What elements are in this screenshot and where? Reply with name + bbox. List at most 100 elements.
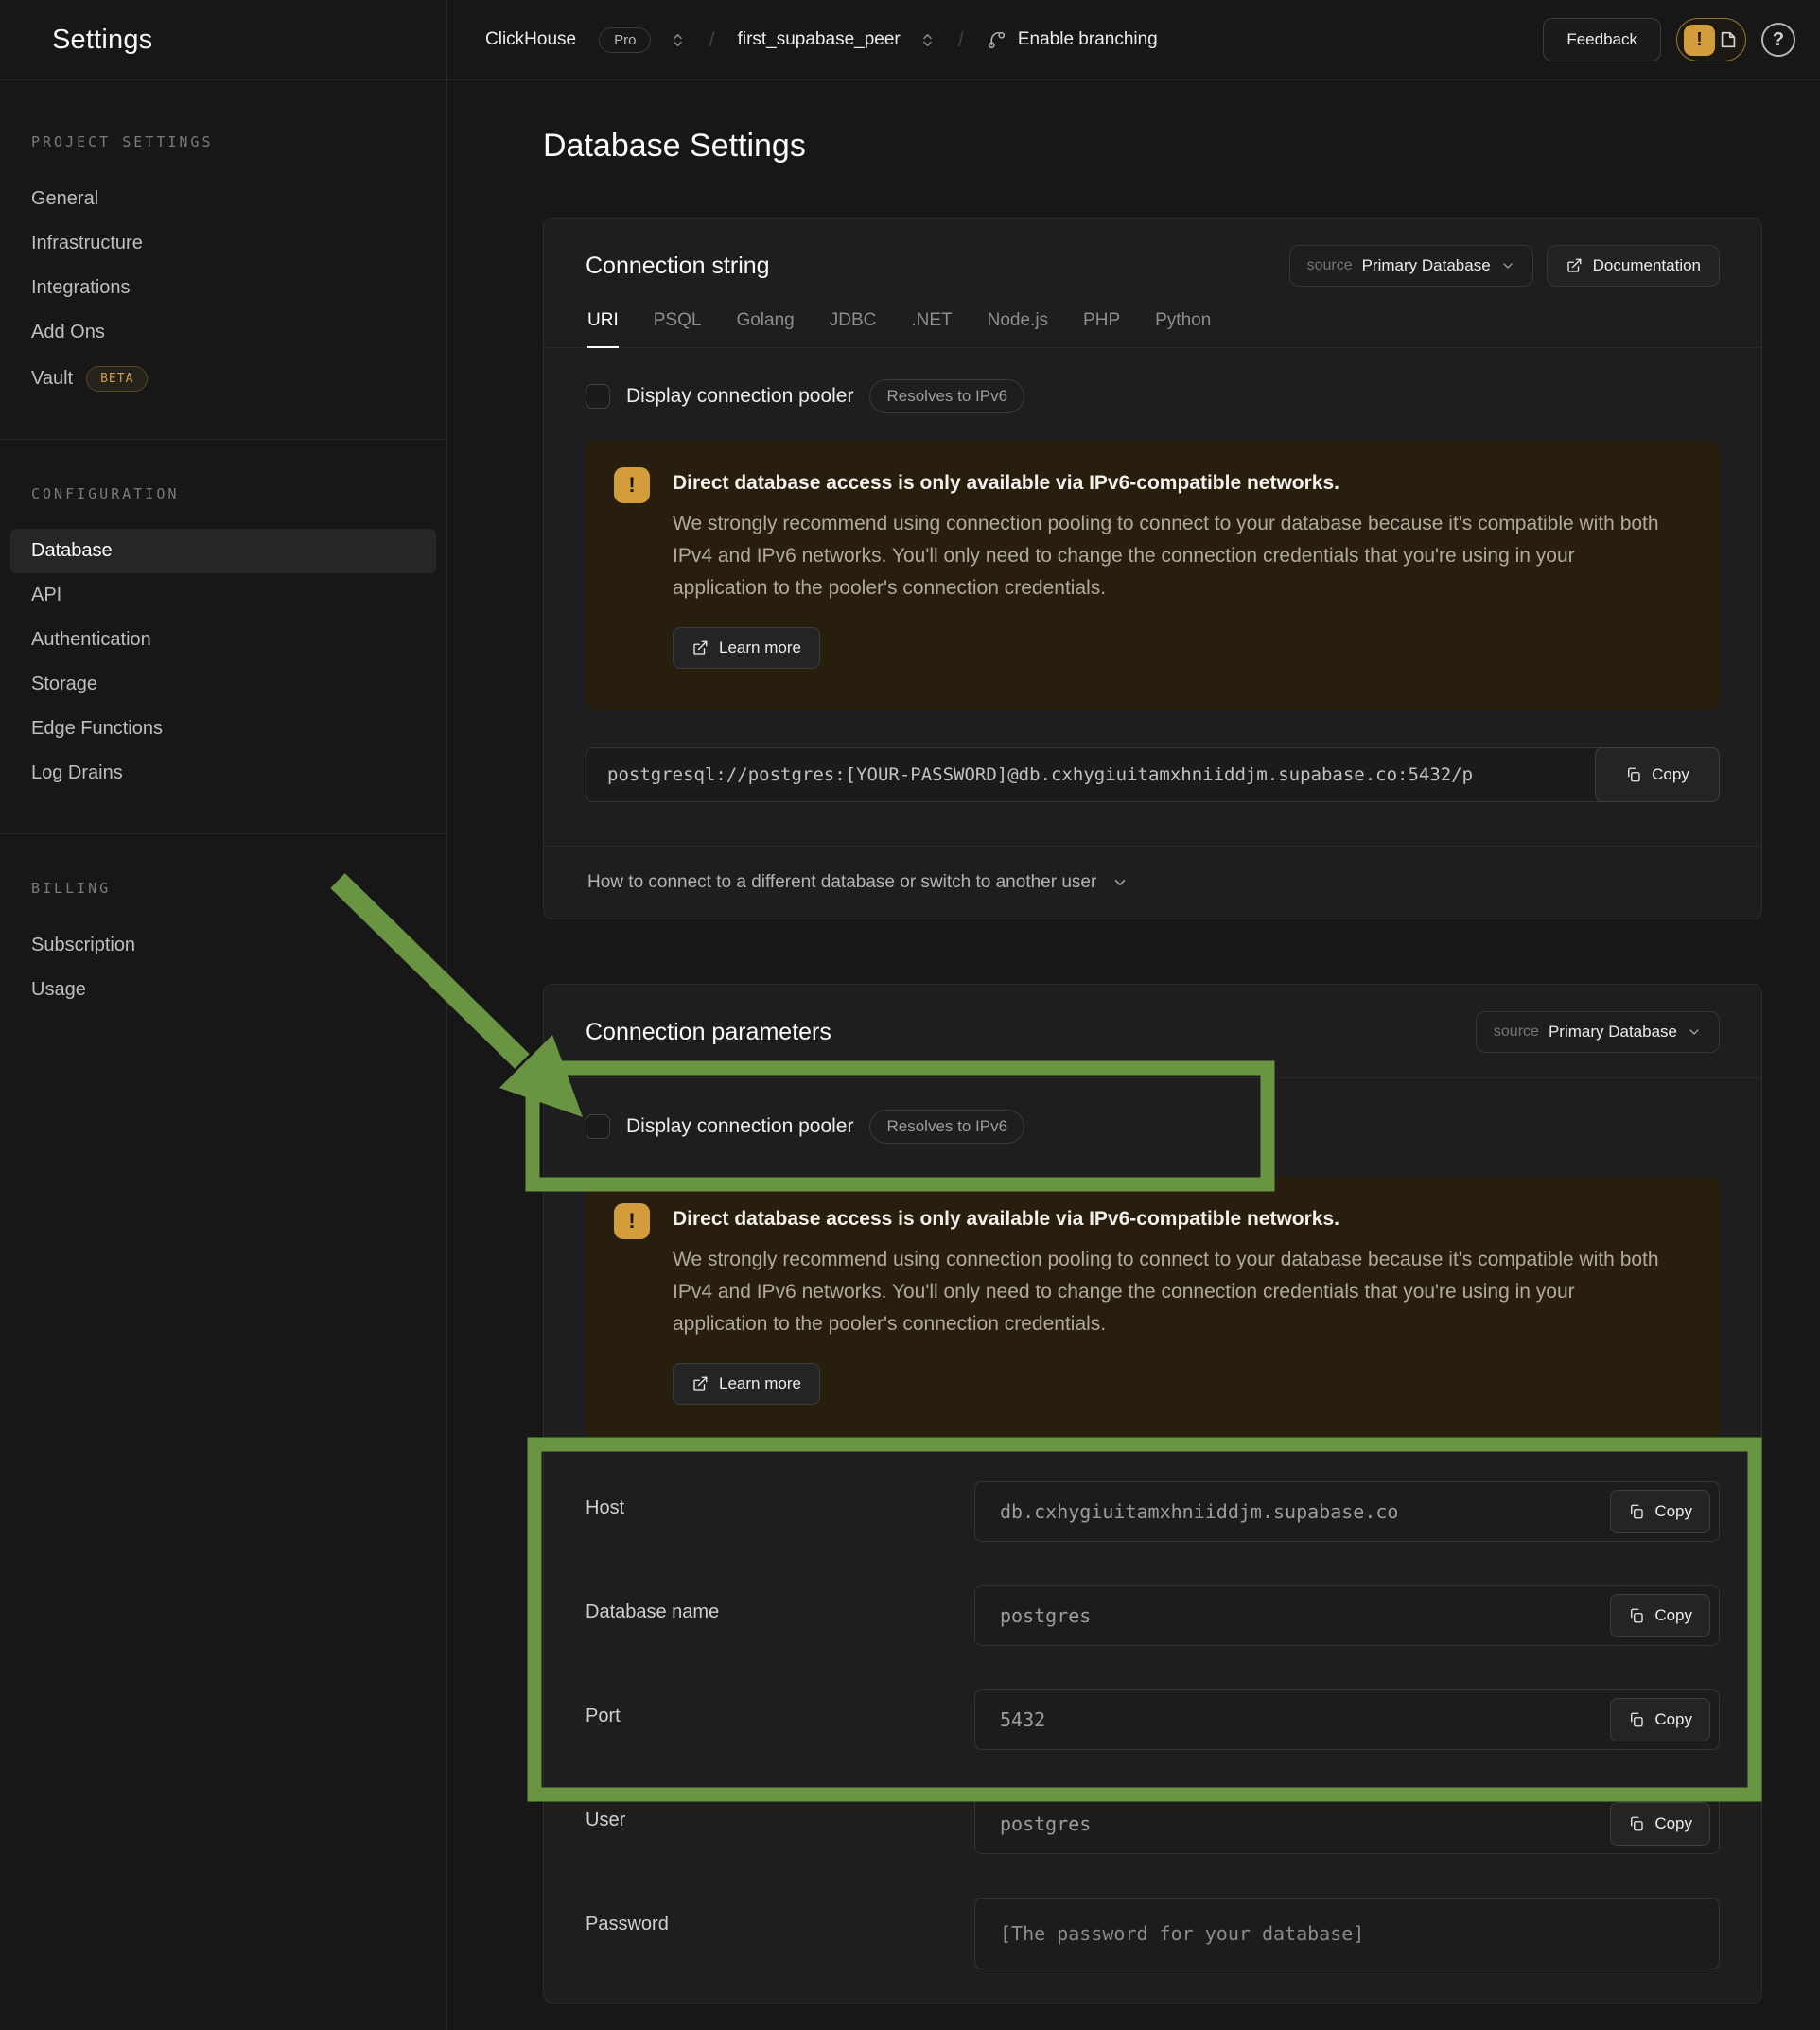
warning-body: We strongly recommend using connection p… <box>673 1244 1661 1340</box>
tab-dotnet[interactable]: .NET <box>911 310 952 348</box>
alert-icon: ! <box>1684 25 1715 56</box>
tab-uri[interactable]: URI <box>587 310 619 348</box>
section-label-billing: BILLING <box>31 880 415 897</box>
tab-golang[interactable]: Golang <box>736 310 794 348</box>
database-name-value[interactable]: postgres Copy <box>974 1585 1720 1646</box>
sidebar-item-usage[interactable]: Usage <box>10 968 436 1012</box>
copy-icon <box>1628 1711 1645 1728</box>
sidebar-item-api[interactable]: API <box>10 573 436 618</box>
field-label: Database name <box>586 1585 974 1646</box>
sidebar-item-edge-functions[interactable]: Edge Functions <box>10 707 436 751</box>
header-controls: source Primary Database <box>1476 1011 1720 1053</box>
user-field-row: User postgres Copy <box>586 1794 1720 1854</box>
pooler-label: Display connection pooler <box>626 385 853 408</box>
help-icon[interactable]: ? <box>1761 23 1795 57</box>
connection-help-expander[interactable]: How to connect to a different database o… <box>544 846 1761 919</box>
breadcrumb-separator: / <box>695 27 727 52</box>
sidebar-section-project-settings: PROJECT SETTINGS General Infrastructure … <box>0 80 446 439</box>
ipv6-warning-callout: ! Direct database access is only availab… <box>586 1177 1720 1445</box>
resolves-to-ipv6-badge: Resolves to IPv6 <box>869 379 1024 413</box>
display-connection-pooler-checkbox[interactable] <box>586 384 610 409</box>
warning-icon: ! <box>614 467 650 503</box>
tab-psql[interactable]: PSQL <box>654 310 702 348</box>
notifications-button[interactable]: ! <box>1676 18 1746 61</box>
header-actions: Feedback ! ? <box>1543 18 1795 61</box>
beta-badge: BETA <box>86 366 148 392</box>
copy-database-name-button[interactable]: Copy <box>1610 1594 1710 1637</box>
enable-branching-label: Enable branching <box>1018 29 1158 50</box>
copy-icon <box>1625 766 1642 783</box>
sidebar-item-add-ons[interactable]: Add Ons <box>10 310 436 355</box>
copy-host-button[interactable]: Copy <box>1610 1490 1710 1533</box>
content-area: PROJECT SETTINGS General Infrastructure … <box>0 80 1820 2030</box>
tab-jdbc[interactable]: JDBC <box>830 310 877 348</box>
enable-branching-action[interactable]: Enable branching <box>987 29 1158 50</box>
connection-parameters-header: Connection parameters source Primary Dat… <box>544 985 1761 1078</box>
sidebar-item-vault[interactable]: Vault BETA <box>10 355 436 403</box>
sidebar-item-log-drains[interactable]: Log Drains <box>10 751 436 796</box>
main-panel: Database Settings Connection string sour… <box>447 80 1820 2030</box>
copy-connection-string-button[interactable]: Copy <box>1595 747 1720 802</box>
tab-php[interactable]: PHP <box>1083 310 1120 348</box>
port-value[interactable]: 5432 Copy <box>974 1689 1720 1750</box>
chevrons-updown-icon[interactable] <box>919 32 936 48</box>
sidebar-item-database[interactable]: Database <box>10 529 436 573</box>
database-name-field-row: Database name postgres Copy <box>586 1585 1720 1646</box>
sidebar-section-billing: BILLING Subscription Usage <box>0 834 446 1050</box>
tab-nodejs[interactable]: Node.js <box>988 310 1048 348</box>
sidebar-item-integrations[interactable]: Integrations <box>10 266 436 310</box>
host-field-row: Host db.cxhygiuitamxhniiddjm.supabase.co… <box>586 1481 1720 1542</box>
sidebar-item-subscription[interactable]: Subscription <box>10 923 436 968</box>
page-title: Database Settings <box>543 128 806 165</box>
warning-body: We strongly recommend using connection p… <box>673 508 1661 604</box>
documentation-button[interactable]: Documentation <box>1547 245 1720 287</box>
section-label-project-settings: PROJECT SETTINGS <box>31 133 415 150</box>
sidebar-item-authentication[interactable]: Authentication <box>10 618 436 662</box>
warning-title: Direct database access is only available… <box>673 1208 1661 1231</box>
resolves-to-ipv6-badge: Resolves to IPv6 <box>869 1110 1024 1144</box>
display-connection-pooler-checkbox[interactable] <box>586 1114 610 1139</box>
copy-user-button[interactable]: Copy <box>1610 1802 1710 1846</box>
user-value[interactable]: postgres Copy <box>974 1794 1720 1854</box>
connection-parameters-card: Connection parameters source Primary Dat… <box>543 984 1762 2004</box>
sidebar-item-infrastructure[interactable]: Infrastructure <box>10 221 436 266</box>
connection-string-tabs: URI PSQL Golang JDBC .NET Node.js PHP Py… <box>544 287 1761 348</box>
password-field <box>974 1898 1720 1969</box>
card-title: Connection parameters <box>586 1019 831 1046</box>
connection-parameter-fields: Host db.cxhygiuitamxhniiddjm.supabase.co… <box>586 1481 1720 1969</box>
tab-python[interactable]: Python <box>1155 310 1211 348</box>
copy-icon <box>1628 1607 1645 1624</box>
field-label: Port <box>586 1689 974 1750</box>
field-label: Password <box>586 1898 974 1969</box>
external-link-icon <box>1566 257 1583 274</box>
breadcrumb-separator: / <box>945 27 977 52</box>
chevrons-updown-icon[interactable] <box>670 32 686 48</box>
copy-icon <box>1628 1503 1645 1520</box>
header-controls: source Primary Database Documentation <box>1289 245 1720 287</box>
password-input[interactable] <box>1000 1922 1694 1945</box>
header-breadcrumb-bar: ClickHouse Pro / first_supabase_peer / E… <box>447 0 1820 79</box>
connection-string-header: Connection string source Primary Databas… <box>544 219 1761 287</box>
sidebar-item-storage[interactable]: Storage <box>10 662 436 707</box>
source-select[interactable]: source Primary Database <box>1476 1011 1720 1053</box>
host-value[interactable]: db.cxhygiuitamxhniiddjm.supabase.co Copy <box>974 1481 1720 1542</box>
external-link-icon <box>691 639 709 656</box>
sidebar-item-general[interactable]: General <box>10 177 436 221</box>
learn-more-button[interactable]: Learn more <box>673 1363 820 1405</box>
field-label: Host <box>586 1481 974 1542</box>
source-select[interactable]: source Primary Database <box>1289 245 1533 287</box>
top-header: Settings ClickHouse Pro / first_supabase… <box>0 0 1820 80</box>
feedback-button[interactable]: Feedback <box>1543 18 1661 61</box>
chevron-down-icon <box>1687 1024 1702 1040</box>
git-branch-icon <box>987 30 1006 50</box>
copy-port-button[interactable]: Copy <box>1610 1698 1710 1741</box>
sidebar-section-configuration: CONFIGURATION Database API Authenticatio… <box>0 440 446 833</box>
connection-parameters-body: Display connection pooler Resolves to IP… <box>544 1078 1761 1969</box>
warning-title: Direct database access is only available… <box>673 472 1661 495</box>
connection-string-value[interactable]: postgresql://postgres:[YOUR-PASSWORD]@db… <box>586 747 1720 802</box>
breadcrumb-project[interactable]: first_supabase_peer <box>738 29 901 50</box>
connection-string-body: Display connection pooler Resolves to IP… <box>544 348 1761 919</box>
breadcrumb-org[interactable]: ClickHouse <box>485 29 576 50</box>
chevron-down-icon <box>1111 874 1129 891</box>
learn-more-button[interactable]: Learn more <box>673 627 820 669</box>
